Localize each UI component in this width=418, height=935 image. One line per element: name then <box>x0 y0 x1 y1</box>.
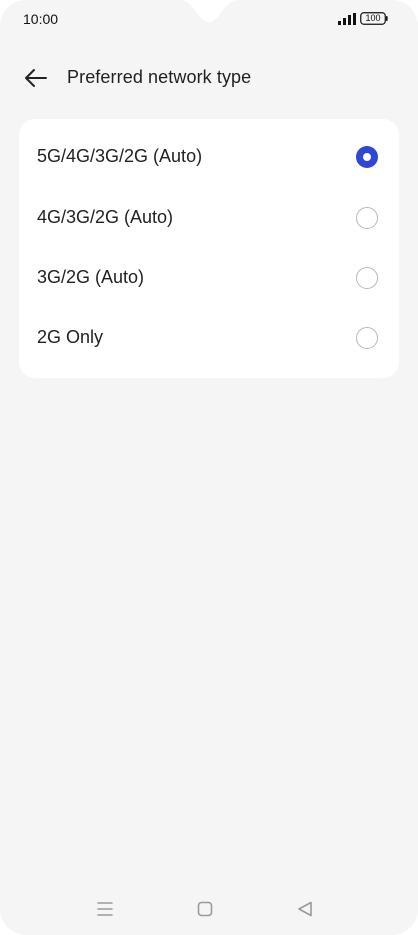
app-header: Preferred network type <box>0 58 418 98</box>
option-label: 4G/3G/2G (Auto) <box>37 207 174 227</box>
phone-screen: 10:00 100 Preferred network type 5G/4G/3… <box>0 0 418 935</box>
status-bar: 10:00 100 <box>0 0 418 36</box>
option-label: 2G Only <box>37 327 104 347</box>
battery-level: 100 <box>365 13 381 23</box>
navigation-bar <box>0 893 418 925</box>
back-triangle-icon <box>298 901 312 917</box>
back-nav-button[interactable] <box>289 893 321 925</box>
network-type-options: 5G/4G/3G/2G (Auto) 4G/3G/2G (Auto) 3G/2G… <box>19 119 399 378</box>
back-button[interactable] <box>22 65 50 91</box>
arrow-left-icon <box>25 69 47 87</box>
radio-selected[interactable] <box>356 146 378 168</box>
radio-unselected[interactable] <box>356 327 378 349</box>
option-2g-only[interactable]: 2G Only <box>19 308 399 368</box>
page-title: Preferred network type <box>67 67 252 87</box>
home-button[interactable] <box>189 893 221 925</box>
option-4g-3g-2g-auto[interactable]: 4G/3G/2G (Auto) <box>19 188 399 248</box>
option-label: 5G/4G/3G/2G (Auto) <box>37 146 203 166</box>
status-time: 10:00 <box>23 11 59 27</box>
radio-unselected[interactable] <box>356 267 378 289</box>
radio-unselected[interactable] <box>356 207 378 229</box>
signal-icon <box>338 13 356 25</box>
option-label: 3G/2G (Auto) <box>37 267 145 287</box>
home-icon <box>197 901 213 917</box>
option-5g-4g-3g-2g-auto[interactable]: 5G/4G/3G/2G (Auto) <box>19 127 399 187</box>
menu-button[interactable] <box>89 893 121 925</box>
menu-icon <box>97 902 113 916</box>
option-3g-2g-auto[interactable]: 3G/2G (Auto) <box>19 248 399 308</box>
